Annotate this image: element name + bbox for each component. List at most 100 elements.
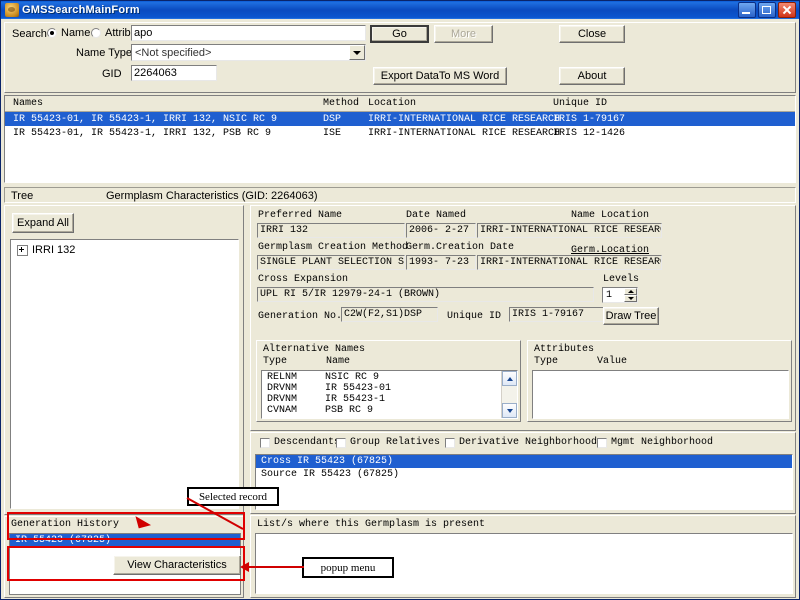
preferred-name-label: Preferred Name bbox=[258, 210, 343, 221]
more-button: More bbox=[434, 25, 493, 43]
chevron-down-icon[interactable] bbox=[349, 45, 365, 60]
highlight-popup-menu bbox=[7, 546, 245, 581]
radio-name[interactable] bbox=[47, 28, 57, 38]
alternative-names-panel: Alternative Names Type Name RELNM NSIC RC… bbox=[256, 340, 521, 422]
alt-col-name: Name bbox=[326, 356, 351, 367]
attributes-list[interactable] bbox=[532, 370, 789, 419]
list-item[interactable]: Source IR 55423 (67825) bbox=[256, 468, 792, 481]
attributes-title: Attributes bbox=[534, 344, 595, 355]
creation-date-value: 1993- 7-23 bbox=[406, 255, 476, 270]
checkbox-group-relatives[interactable] bbox=[336, 438, 346, 448]
tree-view[interactable]: IRRI 132 bbox=[10, 239, 239, 509]
scroll-up-icon[interactable] bbox=[502, 371, 517, 386]
cell-names: IR 55423-01, IR 55423-1, IRRI 132, PSB R… bbox=[13, 127, 272, 139]
close-icon[interactable] bbox=[778, 2, 796, 18]
preferred-name-value: IRRI 132 bbox=[257, 223, 405, 238]
go-button[interactable]: Go bbox=[370, 25, 429, 43]
name-location-label: Name Location bbox=[571, 210, 650, 221]
levels-label: Levels bbox=[603, 274, 640, 285]
draw-tree-button[interactable]: Draw Tree bbox=[603, 307, 659, 325]
radio-attribute[interactable] bbox=[91, 28, 101, 38]
tab-tree[interactable]: Tree bbox=[11, 190, 33, 202]
attributes-panel: Attributes Type Value bbox=[527, 340, 792, 422]
radio-name-label: Name bbox=[61, 27, 91, 39]
expand-all-button[interactable]: Expand All bbox=[12, 213, 74, 233]
scroll-down-icon[interactable] bbox=[502, 403, 517, 418]
title-bar: GMSSearchMainForm bbox=[1, 1, 799, 19]
cell-unique-id: IRIS 1-79167 bbox=[553, 113, 626, 125]
relations-row-text: Cross IR 55423 (67825) bbox=[261, 456, 394, 467]
relations-row-text: Source IR 55423 (67825) bbox=[261, 469, 400, 480]
alt-row-name: IR 55423-1 bbox=[325, 394, 386, 405]
relations-list[interactable]: Cross IR 55423 (67825) Source IR 55423 (… bbox=[255, 454, 793, 510]
alternative-names-scrollbar[interactable] bbox=[501, 371, 517, 418]
column-header-names[interactable]: Names bbox=[5, 98, 323, 109]
table-row[interactable]: IR 55423-01, IR 55423-1, IRRI 132, PSB R… bbox=[5, 126, 795, 140]
highlight-selected-record bbox=[7, 512, 245, 540]
checkbox-mgmt-neighborhood-label[interactable]: Mgmt Neighborhood bbox=[611, 437, 713, 448]
date-named-label: Date Named bbox=[406, 210, 467, 221]
search-panel: Search Name Attribute apo Name Type <Not… bbox=[4, 22, 796, 93]
app-icon bbox=[5, 3, 19, 17]
cell-names: IR 55423-01, IR 55423-1, IRRI 132, NSIC … bbox=[13, 113, 278, 125]
germ-location-value: IRRI-INTERNATIONAL RICE RESEARC bbox=[477, 255, 662, 270]
checkbox-mgmt-neighborhood[interactable] bbox=[597, 438, 607, 448]
name-location-value: IRRI-INTERNATIONAL RICE RESEARC bbox=[477, 223, 662, 238]
name-type-select[interactable]: <Not specified> bbox=[131, 44, 366, 61]
about-button[interactable]: About bbox=[559, 67, 625, 85]
spinner-arrows[interactable] bbox=[624, 288, 637, 302]
alt-row-name: NSIC RC 9 bbox=[325, 372, 380, 383]
restore-icon[interactable] bbox=[758, 2, 776, 18]
plus-icon[interactable] bbox=[17, 244, 28, 256]
cell-method: ISE bbox=[323, 127, 342, 139]
generation-no-label: Generation No. bbox=[258, 311, 343, 322]
alternative-names-title: Alternative Names bbox=[263, 344, 366, 355]
spinner-up-icon[interactable] bbox=[624, 288, 637, 295]
results-grid[interactable]: Names Method Location Unique ID IR 55423… bbox=[4, 95, 796, 183]
levels-value: 1 bbox=[606, 289, 613, 301]
column-header-location[interactable]: Location bbox=[368, 98, 553, 109]
checkbox-descendants[interactable] bbox=[260, 438, 270, 448]
checkbox-group-relatives-label[interactable]: Group Relatives bbox=[350, 437, 440, 448]
cell-method: DSP bbox=[323, 113, 342, 125]
unique-id-label: Unique ID bbox=[447, 311, 502, 322]
tab-germplasm-characteristics[interactable]: Germplasm Characteristics (GID: 2264063) bbox=[106, 190, 318, 202]
cross-expansion-label: Cross Expansion bbox=[258, 274, 349, 285]
window-title: GMSSearchMainForm bbox=[22, 4, 140, 16]
checkbox-derivative-neighborhood[interactable] bbox=[445, 438, 455, 448]
spinner-down-icon[interactable] bbox=[624, 295, 637, 302]
gid-input[interactable]: 2264063 bbox=[131, 65, 217, 81]
column-header-unique-id[interactable]: Unique ID bbox=[553, 98, 703, 109]
list-item[interactable]: Cross IR 55423 (67825) bbox=[256, 455, 792, 468]
window-controls bbox=[738, 2, 797, 18]
alt-row-type: CVNAM bbox=[267, 405, 298, 416]
annotation-arrow-popup-menu bbox=[249, 566, 304, 568]
search-input[interactable]: apo bbox=[131, 25, 366, 41]
alternative-names-list[interactable]: RELNM NSIC RC 9 DRVNM IR 55423-01 DRVNM IR … bbox=[261, 370, 518, 419]
export-to-word-button[interactable]: Export DataTo MS Word bbox=[373, 67, 507, 85]
close-button[interactable]: Close bbox=[559, 25, 625, 43]
alt-col-type: Type bbox=[263, 356, 288, 367]
checkbox-descendants-label[interactable]: Descendants bbox=[274, 437, 340, 448]
alt-row-type: DRVNM bbox=[267, 394, 298, 405]
germplasm-details-panel: Preferred Name Date Named Name Location … bbox=[250, 205, 796, 431]
scrollbar-track[interactable] bbox=[502, 386, 517, 403]
cell-location: IRRI-INTERNATIONAL RICE RESEARCH bbox=[368, 113, 561, 125]
alt-row-type: RELNM bbox=[267, 372, 298, 383]
tree-panel: Expand All IRRI 132 bbox=[4, 205, 244, 515]
column-header-method[interactable]: Method bbox=[323, 98, 368, 109]
creation-method-label: Germplasm Creation Method bbox=[258, 242, 409, 253]
search-label: Search bbox=[12, 28, 47, 40]
tree-node-label[interactable]: IRRI 132 bbox=[32, 244, 75, 256]
panel-header-strip: Tree Germplasm Characteristics (GID: 226… bbox=[4, 187, 796, 203]
levels-stepper[interactable]: 1 bbox=[602, 287, 638, 303]
application-window: GMSSearchMainForm Search Name Attribute … bbox=[0, 0, 800, 600]
minimize-icon[interactable] bbox=[738, 2, 756, 18]
checkbox-derivative-neighborhood-label[interactable]: Derivative Neighborhood bbox=[459, 437, 597, 448]
creation-method-value: SINGLE PLANT SELECTION SF bbox=[257, 255, 405, 270]
table-row[interactable]: IR 55423-01, IR 55423-1, IRRI 132, NSIC … bbox=[5, 112, 795, 126]
attr-col-value: Value bbox=[597, 356, 628, 367]
name-type-label: Name Type bbox=[76, 47, 133, 59]
cell-location: IRRI-INTERNATIONAL RICE RESEARCH bbox=[368, 127, 561, 139]
lists-panel-title: List/s where this Germplasm is present bbox=[257, 519, 486, 530]
